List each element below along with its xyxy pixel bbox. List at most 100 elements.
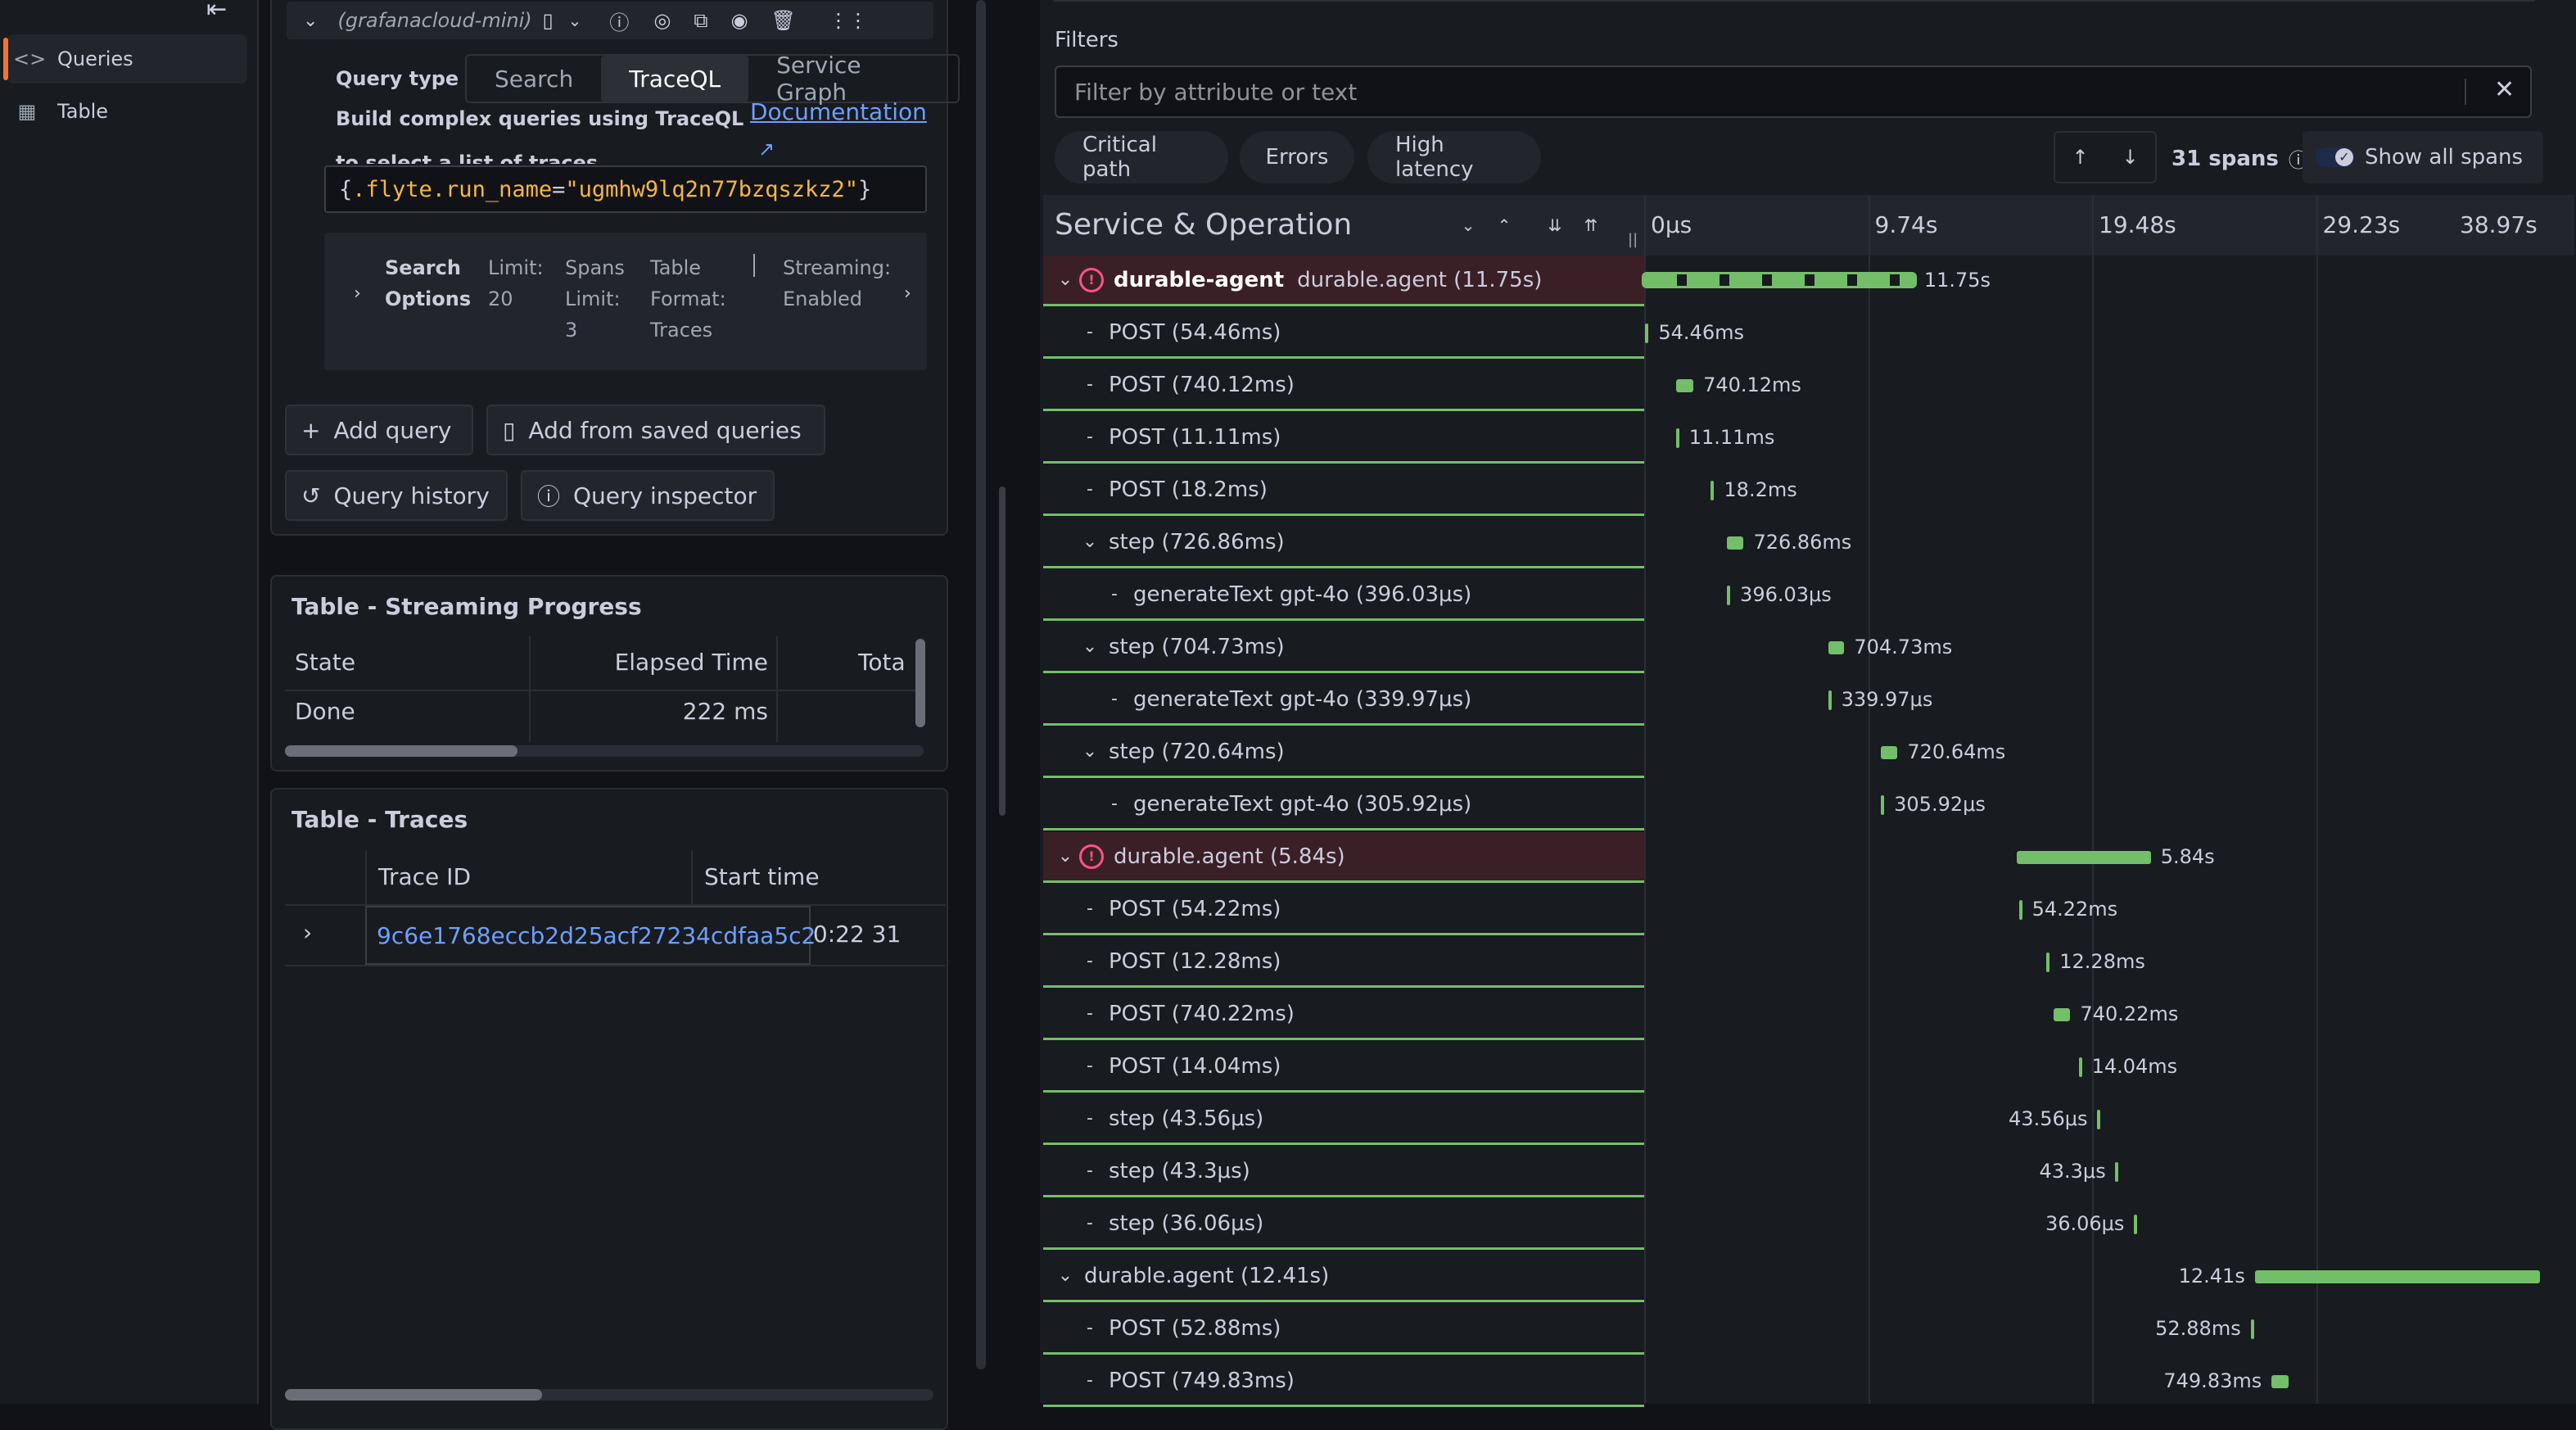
span-row[interactable]: - POST (749.83ms) bbox=[1043, 1356, 1644, 1407]
query-history-button[interactable]: ↺ Query history bbox=[285, 470, 508, 521]
span-bar[interactable] bbox=[1727, 586, 1731, 605]
nav-item-queries[interactable]: <> Queries bbox=[3, 34, 247, 84]
span-bar[interactable] bbox=[1711, 481, 1715, 500]
traceql-editor[interactable]: { .flyte.run_name = "ugmhw9lq2n77bzqszkz… bbox=[324, 165, 927, 213]
drag-handle-icon[interactable]: ⋮⋮ bbox=[829, 9, 868, 32]
span-bar[interactable] bbox=[2271, 1375, 2289, 1388]
span-row[interactable]: - POST (11.11ms) bbox=[1043, 413, 1644, 464]
critical-path-chip[interactable]: Critical path bbox=[1055, 131, 1228, 183]
span-row[interactable]: - POST (18.2ms) bbox=[1043, 465, 1644, 516]
vertical-scrollbar[interactable] bbox=[915, 639, 925, 727]
span-row[interactable]: - POST (54.46ms) bbox=[1043, 308, 1644, 359]
span-row[interactable]: - generateText gpt-4o (396.03μs) bbox=[1043, 570, 1644, 621]
horizontal-scrollbar[interactable] bbox=[285, 745, 517, 757]
chevron-down-icon[interactable]: ⌄ bbox=[1076, 741, 1104, 762]
chevron-down-icon[interactable]: ⌄ bbox=[1051, 846, 1079, 867]
span-bar[interactable] bbox=[2018, 900, 2022, 920]
span-row[interactable]: - POST (12.28ms) bbox=[1043, 937, 1644, 988]
span-row[interactable]: - generateText gpt-4o (339.97μs) bbox=[1043, 675, 1644, 726]
chevron-right-icon[interactable]: › bbox=[354, 283, 361, 304]
span-row[interactable]: ⌄ step (720.64ms) bbox=[1043, 727, 1644, 778]
column-header[interactable]: Start time bbox=[704, 863, 820, 890]
span-row[interactable]: ⌄ step (704.73ms) bbox=[1043, 622, 1644, 673]
pane-splitter[interactable] bbox=[976, 0, 986, 1369]
span-row[interactable]: - step (43.3μs) bbox=[1043, 1147, 1644, 1197]
span-bar[interactable] bbox=[1642, 272, 1917, 288]
span-bar[interactable] bbox=[1828, 641, 1845, 654]
show-all-spans-toggle[interactable]: ✓ Show all spans bbox=[2303, 131, 2543, 183]
query-inspector-button[interactable]: ⓘ Query inspector bbox=[521, 470, 775, 521]
column-header[interactable]: Trace ID bbox=[378, 863, 471, 890]
span-bar[interactable] bbox=[2016, 851, 2151, 864]
add-query-button[interactable]: + Add query bbox=[285, 405, 473, 455]
external-link-icon[interactable]: ↗ bbox=[758, 138, 775, 161]
book-icon[interactable]: ▯ bbox=[542, 9, 553, 32]
span-row[interactable]: ⌄ durable.agent (12.41s) bbox=[1043, 1251, 1644, 1302]
span-row[interactable]: ⌄! durable.agent (5.84s) bbox=[1043, 832, 1644, 883]
span-row[interactable]: - POST (52.88ms) bbox=[1043, 1304, 1644, 1355]
expand-all-icon[interactable]: ⇈ bbox=[1574, 208, 1608, 242]
tab-traceql[interactable]: TraceQL bbox=[601, 56, 749, 102]
span-row[interactable]: - POST (54.22ms) bbox=[1043, 885, 1644, 935]
column-resizer-icon[interactable]: || bbox=[1628, 231, 1638, 248]
span-bar[interactable] bbox=[2097, 1110, 2101, 1129]
collapse-left-icon[interactable]: ⇤ bbox=[206, 0, 227, 24]
arrow-up-icon[interactable]: ↑ bbox=[2055, 146, 2105, 169]
add-saved-queries-button[interactable]: ▯ Add from saved queries bbox=[486, 405, 825, 455]
help-icon[interactable]: ⓘ bbox=[609, 7, 629, 35]
search-options[interactable]: › Search Options Limit: 20 Spans Limit: … bbox=[324, 233, 927, 370]
span-bar[interactable] bbox=[1881, 795, 1885, 815]
chevron-down-icon[interactable]: ⌄ bbox=[1051, 1265, 1079, 1286]
chevron-down-icon[interactable]: ⌄ bbox=[568, 11, 582, 30]
span-bar[interactable] bbox=[2053, 1008, 2071, 1021]
trash-icon[interactable]: 🗑 bbox=[771, 9, 795, 32]
span-bar[interactable] bbox=[1675, 428, 1679, 448]
span-bar[interactable] bbox=[2046, 953, 2050, 972]
span-row[interactable]: - step (43.56μs) bbox=[1043, 1094, 1644, 1145]
toggle-switch[interactable]: ✓ bbox=[2316, 147, 2355, 167]
trace-id-link[interactable]: 9c6e1768eccb2d25acf27234cdfaa5c2 bbox=[365, 906, 816, 965]
documentation-link[interactable]: Documentation bbox=[750, 98, 927, 125]
span-row[interactable]: - POST (740.12ms) bbox=[1043, 360, 1644, 411]
collapse-all-icon[interactable]: ⇊ bbox=[1538, 208, 1572, 242]
span-row[interactable]: - POST (740.22ms) bbox=[1043, 989, 1644, 1040]
copy-icon[interactable]: ⧉ bbox=[694, 9, 707, 32]
span-row[interactable]: - POST (14.04ms) bbox=[1043, 1042, 1644, 1093]
chevron-down-icon[interactable]: ⌄ bbox=[1051, 269, 1079, 290]
span-bar[interactable] bbox=[2251, 1319, 2255, 1339]
span-bar[interactable] bbox=[2115, 1162, 2119, 1182]
span-bar[interactable] bbox=[2133, 1215, 2137, 1234]
span-bar[interactable] bbox=[1881, 746, 1898, 759]
eye-icon[interactable]: ◉ bbox=[731, 9, 748, 32]
column-header[interactable]: State bbox=[295, 649, 355, 676]
expand-one-icon[interactable]: ⌃ bbox=[1487, 208, 1521, 242]
column-header[interactable]: Tota bbox=[858, 649, 906, 676]
tab-service-graph[interactable]: Service Graph bbox=[748, 52, 958, 106]
collapse-query-icon[interactable]: ⌄ bbox=[303, 11, 318, 31]
nav-item-table[interactable]: ▦ Table bbox=[7, 87, 247, 136]
chevron-down-icon[interactable]: ⌄ bbox=[1076, 532, 1104, 552]
span-bar[interactable] bbox=[2254, 1270, 2540, 1283]
span-row[interactable]: ⌄ step (726.86ms) bbox=[1043, 518, 1644, 568]
arrow-down-icon[interactable]: ↓ bbox=[2105, 146, 2155, 169]
span-row[interactable]: - generateText gpt-4o (305.92μs) bbox=[1043, 780, 1644, 830]
filter-search-input[interactable]: Filter by attribute or text ✕ bbox=[1055, 66, 2532, 118]
errors-chip[interactable]: Errors bbox=[1240, 131, 1354, 183]
span-bar[interactable] bbox=[1727, 536, 1744, 550]
collapse-one-icon[interactable]: ⌄ bbox=[1451, 208, 1485, 242]
expand-row-icon[interactable]: › bbox=[303, 919, 312, 946]
span-bar[interactable] bbox=[1676, 379, 1694, 392]
horizontal-scrollbar[interactable] bbox=[285, 1389, 542, 1401]
column-header[interactable]: Elapsed Time bbox=[531, 649, 768, 676]
target-icon[interactable]: ◎ bbox=[653, 9, 671, 32]
high-latency-chip[interactable]: High latency bbox=[1367, 131, 1541, 183]
span-bar[interactable] bbox=[1645, 324, 1649, 343]
clear-icon[interactable]: ✕ bbox=[2494, 75, 2515, 104]
left-pane-scrollbar[interactable] bbox=[999, 486, 1006, 816]
span-row[interactable]: ⌄! durable-agent durable.agent (11.75s) bbox=[1043, 256, 1644, 306]
tab-search[interactable]: Search bbox=[467, 56, 601, 102]
chevron-right-icon[interactable]: › bbox=[904, 283, 911, 304]
span-bar[interactable] bbox=[2078, 1057, 2082, 1077]
span-row[interactable]: - step (36.06μs) bbox=[1043, 1199, 1644, 1250]
span-bar[interactable] bbox=[1828, 690, 1832, 710]
